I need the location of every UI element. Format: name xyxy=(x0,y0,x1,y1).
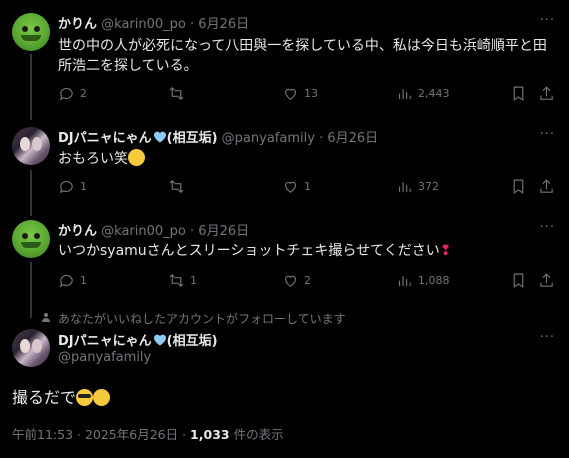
like-count: 2 xyxy=(304,274,311,287)
share-button[interactable] xyxy=(538,178,555,195)
laughing-emoji-icon xyxy=(128,149,145,166)
bookmark-button[interactable] xyxy=(510,178,527,195)
like-button[interactable]: 13 xyxy=(282,85,318,102)
thread-line xyxy=(30,54,32,120)
share-icon xyxy=(540,273,553,287)
avatar[interactable] xyxy=(12,127,50,165)
reply-count: 1 xyxy=(80,180,87,193)
handle[interactable]: @karin00_po xyxy=(101,17,186,32)
retweet-icon xyxy=(169,274,184,287)
tweet-text: いつかsyamuさんとスリーショットチェキ撮らせてください❢ xyxy=(58,241,553,261)
tweet-text: おもろい笑 xyxy=(58,149,553,169)
bookmark-icon xyxy=(513,179,524,194)
display-name[interactable]: かりん xyxy=(58,224,97,239)
sunglasses-emoji-icon xyxy=(76,389,94,406)
like-button[interactable]: 2 xyxy=(282,272,311,289)
timestamp[interactable]: 6月26日 xyxy=(327,131,378,146)
reply-count: 2 xyxy=(80,87,87,100)
tweet-header: DJパニャにゃん (相互垢) xyxy=(58,330,218,349)
views-button[interactable]: 2,443 xyxy=(396,85,450,102)
main-tweet-text: 撮るだで xyxy=(12,384,111,408)
tweet-header: DJパニャにゃん (相互垢) @panyafamily · 6月26日 xyxy=(58,127,378,146)
bookmark-icon xyxy=(513,273,524,288)
tweet-actions: 1 1 2 1,088 xyxy=(58,272,558,292)
tweet-header: かりん @karin00_po · 6月26日 xyxy=(58,220,249,239)
post-time[interactable]: 午前11:53 · 2025年6月26日 · xyxy=(12,427,190,442)
reply-button[interactable]: 1 xyxy=(58,272,87,289)
reply-count: 1 xyxy=(80,274,87,287)
more-icon[interactable]: ··· xyxy=(540,220,555,235)
heart-icon xyxy=(284,275,297,287)
retweet-button[interactable]: 1 xyxy=(168,272,197,289)
handle[interactable]: @karin00_po xyxy=(101,224,186,239)
reply-icon xyxy=(59,88,73,101)
views-count: 372 xyxy=(418,180,439,193)
more-icon[interactable]: ··· xyxy=(540,330,555,345)
more-icon[interactable]: ··· xyxy=(540,127,555,142)
person-icon xyxy=(42,313,50,322)
saluting-emoji-icon xyxy=(93,389,111,406)
separator: · xyxy=(190,17,195,32)
tweet-actions: 2 13 2,443 xyxy=(58,85,558,105)
avatar[interactable] xyxy=(12,329,50,367)
bookmark-button[interactable] xyxy=(510,272,527,289)
more-icon[interactable]: ··· xyxy=(540,13,555,28)
tweet-text-content: おもろい笑 xyxy=(58,151,128,167)
chart-icon xyxy=(398,276,411,287)
chart-icon xyxy=(398,182,411,193)
retweet-button[interactable] xyxy=(168,85,190,102)
retweet-button[interactable] xyxy=(168,178,190,195)
bookmark-icon xyxy=(513,86,524,101)
views-button[interactable]: 1,088 xyxy=(396,272,450,289)
share-button[interactable] xyxy=(538,272,555,289)
retweet-icon xyxy=(169,87,184,100)
reply-icon xyxy=(59,181,73,194)
tweet-text-content: いつかsyamuさんとスリーショットチェキ撮らせてください xyxy=(58,243,440,259)
retweet-icon xyxy=(169,180,184,193)
reply-button[interactable]: 2 xyxy=(58,85,87,102)
exclamation-icon: ❢ xyxy=(439,243,452,259)
like-count: 13 xyxy=(304,87,318,100)
avatar[interactable] xyxy=(12,220,50,258)
timestamp-row: 午前11:53 · 2025年6月26日 · 1,033 件の表示 xyxy=(12,424,284,443)
tweet-header: かりん @karin00_po · 6月26日 xyxy=(58,13,249,32)
view-count: 1,033 xyxy=(190,427,230,442)
timestamp[interactable]: 6月26日 xyxy=(198,17,249,32)
main-tweet-text-content: 撮るだで xyxy=(12,388,77,407)
timestamp[interactable]: 6月26日 xyxy=(198,224,249,239)
view-label: 件の表示 xyxy=(229,427,284,442)
share-button[interactable] xyxy=(538,85,555,102)
social-context: あなたがいいねしたアカウントがフォローしています xyxy=(58,312,346,326)
share-icon xyxy=(540,179,553,193)
separator: · xyxy=(190,224,195,239)
blue-heart-icon xyxy=(153,334,166,346)
views-count: 1,088 xyxy=(418,274,450,287)
share-icon xyxy=(540,86,553,100)
like-button[interactable]: 1 xyxy=(282,178,311,195)
display-name-suffix[interactable]: (相互垢) xyxy=(167,131,218,146)
views-count: 2,443 xyxy=(418,87,450,100)
display-name[interactable]: かりん xyxy=(58,17,97,32)
handle[interactable]: @panyafamily xyxy=(58,350,151,365)
retweet-count: 1 xyxy=(190,274,197,287)
tweet-actions: 1 1 372 xyxy=(58,178,558,198)
separator: · xyxy=(319,131,324,146)
tweet-text: 世の中の人が必死になって八田與一を探している中、私は今日も浜崎順平と田所浩二を探… xyxy=(58,38,547,74)
bookmark-button[interactable] xyxy=(510,85,527,102)
thread-line xyxy=(30,262,32,318)
display-name[interactable]: DJパニャにゃん xyxy=(58,131,152,146)
reply-icon xyxy=(59,275,73,288)
avatar[interactable] xyxy=(12,13,50,51)
heart-icon xyxy=(284,88,297,100)
chart-icon xyxy=(398,89,411,100)
display-name-suffix[interactable]: (相互垢) xyxy=(167,334,218,349)
reply-button[interactable]: 1 xyxy=(58,178,87,195)
thread-line xyxy=(30,170,32,216)
handle[interactable]: @panyafamily xyxy=(222,131,315,146)
display-name[interactable]: DJパニャにゃん xyxy=(58,334,152,349)
blue-heart-icon xyxy=(153,131,166,143)
views-button[interactable]: 372 xyxy=(396,178,439,195)
heart-icon xyxy=(284,181,297,193)
like-count: 1 xyxy=(304,180,311,193)
